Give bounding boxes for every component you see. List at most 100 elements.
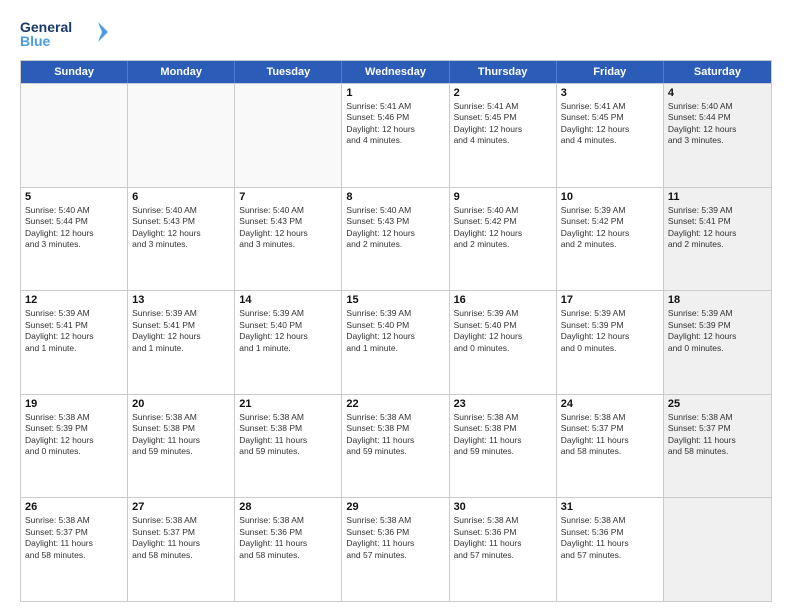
weekday-header-sunday: Sunday — [21, 61, 128, 83]
day-info: Sunrise: 5:39 AM Sunset: 5:40 PM Dayligh… — [239, 308, 337, 354]
day-info: Sunrise: 5:38 AM Sunset: 5:37 PM Dayligh… — [132, 515, 230, 561]
day-number: 9 — [454, 191, 552, 203]
day-number: 27 — [132, 501, 230, 513]
calendar-body: 1Sunrise: 5:41 AM Sunset: 5:46 PM Daylig… — [21, 83, 771, 601]
day-cell-19: 19Sunrise: 5:38 AM Sunset: 5:39 PM Dayli… — [21, 395, 128, 498]
day-info: Sunrise: 5:38 AM Sunset: 5:36 PM Dayligh… — [454, 515, 552, 561]
day-info: Sunrise: 5:38 AM Sunset: 5:37 PM Dayligh… — [561, 412, 659, 458]
day-number: 26 — [25, 501, 123, 513]
day-info: Sunrise: 5:38 AM Sunset: 5:38 PM Dayligh… — [454, 412, 552, 458]
weekday-header-wednesday: Wednesday — [342, 61, 449, 83]
day-number: 30 — [454, 501, 552, 513]
day-cell-7: 7 Sunrise: 5:40 AM Sunset: 5:43 PM Daylig… — [235, 188, 342, 291]
day-number: 22 — [346, 398, 444, 410]
day-cell-20: 20Sunrise: 5:38 AM Sunset: 5:38 PM Dayli… — [128, 395, 235, 498]
calendar-row-1: 5 Sunrise: 5:40 AM Sunset: 5:44 PM Daylig… — [21, 187, 771, 291]
day-number: 18 — [668, 294, 767, 306]
empty-cell-0-2 — [235, 84, 342, 187]
day-cell-18: 18 Sunrise: 5:39 AM Sunset: 5:39 PM Dayli… — [664, 291, 771, 394]
day-cell-8: 8Sunrise: 5:40 AM Sunset: 5:43 PM Daylig… — [342, 188, 449, 291]
day-info: Sunrise: 5:38 AM Sunset: 5:37 PM Dayligh… — [668, 412, 767, 458]
day-number: 11 — [668, 191, 767, 203]
day-info: Sunrise: 5:38 AM Sunset: 5:39 PM Dayligh… — [25, 412, 123, 458]
day-cell-24: 24 Sunrise: 5:38 AM Sunset: 5:37 PM Dayli… — [557, 395, 664, 498]
day-cell-23: 23 Sunrise: 5:38 AM Sunset: 5:38 PM Dayli… — [450, 395, 557, 498]
day-number: 10 — [561, 191, 659, 203]
day-cell-22: 22 Sunrise: 5:38 AM Sunset: 5:38 PM Dayli… — [342, 395, 449, 498]
day-number: 7 — [239, 191, 337, 203]
day-cell-14: 14 Sunrise: 5:39 AM Sunset: 5:40 PM Dayli… — [235, 291, 342, 394]
day-cell-25: 25 Sunrise: 5:38 AM Sunset: 5:37 PM Dayli… — [664, 395, 771, 498]
day-cell-9: 9Sunrise: 5:40 AM Sunset: 5:42 PM Daylig… — [450, 188, 557, 291]
day-cell-28: 28 Sunrise: 5:38 AM Sunset: 5:36 PM Dayli… — [235, 498, 342, 601]
day-info: Sunrise: 5:40 AM Sunset: 5:43 PM Dayligh… — [239, 205, 337, 251]
empty-cell-0-1 — [128, 84, 235, 187]
svg-text:Blue: Blue — [20, 33, 51, 49]
calendar-row-4: 26 Sunrise: 5:38 AM Sunset: 5:37 PM Dayli… — [21, 497, 771, 601]
day-info: Sunrise: 5:39 AM Sunset: 5:42 PM Dayligh… — [561, 205, 659, 251]
day-cell-4: 4 Sunrise: 5:40 AM Sunset: 5:44 PM Daylig… — [664, 84, 771, 187]
day-info: Sunrise: 5:39 AM Sunset: 5:41 PM Dayligh… — [668, 205, 767, 251]
page: General Blue General Blue SundayMondayTu… — [0, 0, 792, 612]
day-cell-29: 29 Sunrise: 5:38 AM Sunset: 5:36 PM Dayli… — [342, 498, 449, 601]
day-info: Sunrise: 5:41 AM Sunset: 5:45 PM Dayligh… — [561, 101, 659, 147]
weekday-header-thursday: Thursday — [450, 61, 557, 83]
day-info: Sunrise: 5:38 AM Sunset: 5:38 PM Dayligh… — [346, 412, 444, 458]
day-number: 6 — [132, 191, 230, 203]
empty-cell-0-0 — [21, 84, 128, 187]
day-number: 15 — [346, 294, 444, 306]
calendar: SundayMondayTuesdayWednesdayThursdayFrid… — [20, 60, 772, 602]
header: General Blue General Blue — [20, 16, 772, 52]
day-number: 16 — [454, 294, 552, 306]
day-cell-1: 1Sunrise: 5:41 AM Sunset: 5:46 PM Daylig… — [342, 84, 449, 187]
logo-full: General Blue — [20, 16, 110, 52]
day-info: Sunrise: 5:39 AM Sunset: 5:39 PM Dayligh… — [668, 308, 767, 354]
day-cell-17: 17Sunrise: 5:39 AM Sunset: 5:39 PM Dayli… — [557, 291, 664, 394]
day-info: Sunrise: 5:40 AM Sunset: 5:43 PM Dayligh… — [132, 205, 230, 251]
day-cell-15: 15 Sunrise: 5:39 AM Sunset: 5:40 PM Dayli… — [342, 291, 449, 394]
day-info: Sunrise: 5:41 AM Sunset: 5:45 PM Dayligh… — [454, 101, 552, 147]
day-cell-12: 12Sunrise: 5:39 AM Sunset: 5:41 PM Dayli… — [21, 291, 128, 394]
day-number: 5 — [25, 191, 123, 203]
day-number: 2 — [454, 87, 552, 99]
day-number: 1 — [346, 87, 444, 99]
day-cell-13: 13 Sunrise: 5:39 AM Sunset: 5:41 PM Dayli… — [128, 291, 235, 394]
day-cell-3: 3Sunrise: 5:41 AM Sunset: 5:45 PM Daylig… — [557, 84, 664, 187]
day-info: Sunrise: 5:39 AM Sunset: 5:40 PM Dayligh… — [454, 308, 552, 354]
calendar-header: SundayMondayTuesdayWednesdayThursdayFrid… — [21, 61, 771, 83]
day-number: 14 — [239, 294, 337, 306]
day-cell-11: 11 Sunrise: 5:39 AM Sunset: 5:41 PM Dayli… — [664, 188, 771, 291]
day-info: Sunrise: 5:38 AM Sunset: 5:36 PM Dayligh… — [346, 515, 444, 561]
day-number: 25 — [668, 398, 767, 410]
day-number: 13 — [132, 294, 230, 306]
day-number: 20 — [132, 398, 230, 410]
day-number: 21 — [239, 398, 337, 410]
empty-cell-4-6 — [664, 498, 771, 601]
day-number: 8 — [346, 191, 444, 203]
day-info: Sunrise: 5:40 AM Sunset: 5:44 PM Dayligh… — [668, 101, 767, 147]
day-cell-5: 5 Sunrise: 5:40 AM Sunset: 5:44 PM Daylig… — [21, 188, 128, 291]
day-info: Sunrise: 5:38 AM Sunset: 5:38 PM Dayligh… — [239, 412, 337, 458]
day-info: Sunrise: 5:39 AM Sunset: 5:40 PM Dayligh… — [346, 308, 444, 354]
day-cell-10: 10 Sunrise: 5:39 AM Sunset: 5:42 PM Dayli… — [557, 188, 664, 291]
day-number: 23 — [454, 398, 552, 410]
day-cell-2: 2 Sunrise: 5:41 AM Sunset: 5:45 PM Daylig… — [450, 84, 557, 187]
day-number: 31 — [561, 501, 659, 513]
day-info: Sunrise: 5:40 AM Sunset: 5:44 PM Dayligh… — [25, 205, 123, 251]
day-cell-26: 26Sunrise: 5:38 AM Sunset: 5:37 PM Dayli… — [21, 498, 128, 601]
day-number: 28 — [239, 501, 337, 513]
day-number: 29 — [346, 501, 444, 513]
day-number: 17 — [561, 294, 659, 306]
day-info: Sunrise: 5:39 AM Sunset: 5:41 PM Dayligh… — [132, 308, 230, 354]
weekday-header-tuesday: Tuesday — [235, 61, 342, 83]
weekday-header-monday: Monday — [128, 61, 235, 83]
calendar-row-3: 19Sunrise: 5:38 AM Sunset: 5:39 PM Dayli… — [21, 394, 771, 498]
day-number: 4 — [668, 87, 767, 99]
day-cell-16: 16 Sunrise: 5:39 AM Sunset: 5:40 PM Dayli… — [450, 291, 557, 394]
day-cell-31: 31Sunrise: 5:38 AM Sunset: 5:36 PM Dayli… — [557, 498, 664, 601]
calendar-row-0: 1Sunrise: 5:41 AM Sunset: 5:46 PM Daylig… — [21, 83, 771, 187]
day-info: Sunrise: 5:38 AM Sunset: 5:36 PM Dayligh… — [239, 515, 337, 561]
day-number: 24 — [561, 398, 659, 410]
day-cell-27: 27 Sunrise: 5:38 AM Sunset: 5:37 PM Dayli… — [128, 498, 235, 601]
day-cell-6: 6 Sunrise: 5:40 AM Sunset: 5:43 PM Daylig… — [128, 188, 235, 291]
